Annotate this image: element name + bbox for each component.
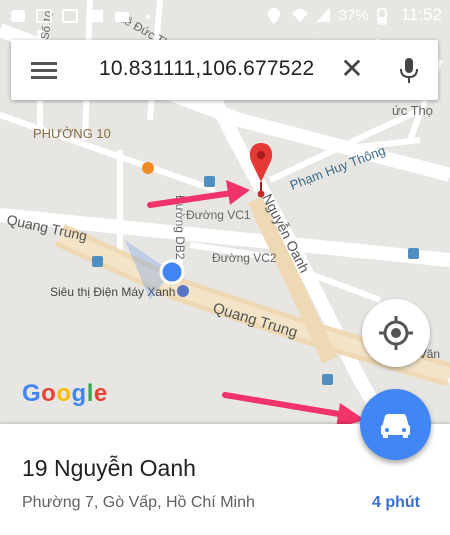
system-icons: 37% 11:52 [267,5,442,25]
road-label-db2: Đường DB2 [173,195,187,260]
bus-stop-icon [92,256,103,267]
car-icon [381,414,410,438]
battery-percent: 37% [338,6,369,24]
my-location-icon [379,316,413,350]
briefcase-icon [114,8,130,24]
more-icon [140,8,156,24]
battery-icon [376,7,393,25]
check-icon [88,8,104,24]
travel-time: 4 phút [372,494,420,511]
image-icon [62,8,78,24]
current-location-dot [159,259,185,285]
road-label-duc-tho: ức Thọ [392,103,433,118]
directions-button[interactable] [360,389,431,460]
search-bar: 10.831111,106.677522 ✕ [11,40,438,100]
my-location-button[interactable] [362,299,430,367]
ward-label: PHƯỜNG 10 [33,126,111,141]
status-bar: 37% 11:52 [0,0,450,33]
restaurant-icon [142,162,154,174]
menu-icon[interactable] [31,58,57,82]
location-icon [267,7,283,24]
mic-icon[interactable] [397,56,421,86]
image-icon [36,8,52,24]
google-logo: Google [22,380,108,407]
notification-icons [10,8,156,24]
bus-stop-icon [204,176,215,187]
road-label-vc2: Đường VC2 [212,251,277,265]
bus-stop-icon [322,374,333,385]
road-label-vc1: Đường VC1 [186,208,251,222]
close-icon[interactable]: ✕ [337,54,367,84]
search-query[interactable]: 10.831111,106.677522 [99,57,314,81]
wifi-icon [291,7,308,23]
shopping-icon [177,285,189,297]
place-address: Phường 7, Gò Vấp, Hồ Chí Minh [22,494,255,511]
line-app-icon [10,8,26,24]
place-name: 19 Nguyễn Oanh [22,455,196,481]
clock: 11:52 [400,5,442,24]
bus-stop-icon [408,248,419,259]
signal-icon [315,7,331,23]
